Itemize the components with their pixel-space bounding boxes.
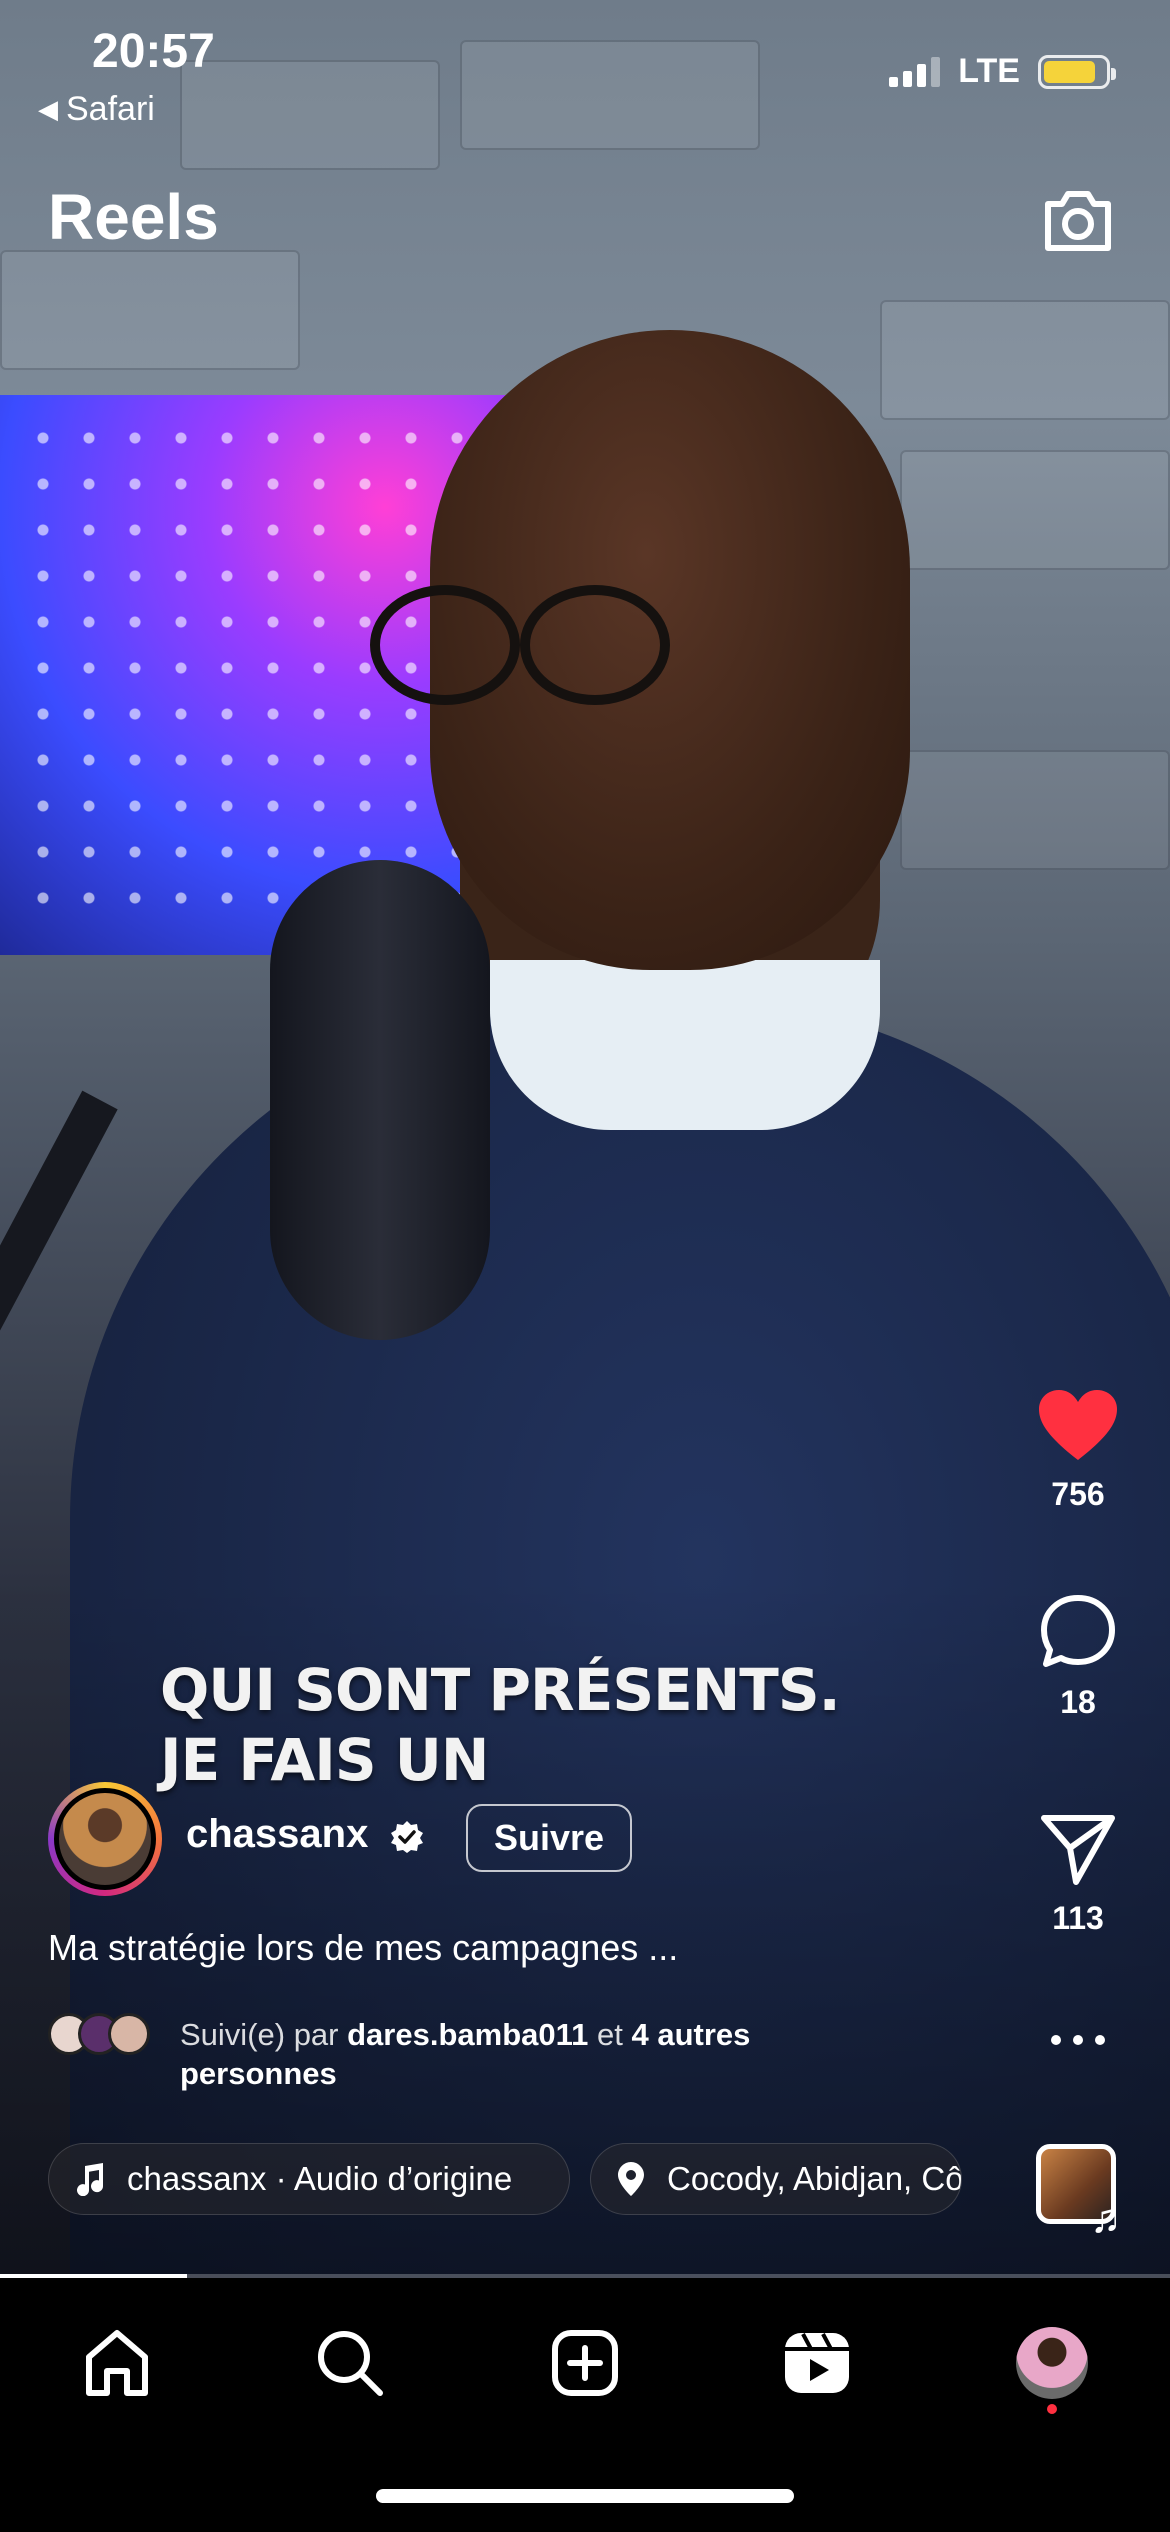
tab-reels[interactable]	[772, 2318, 862, 2408]
back-app-label: Safari	[66, 90, 155, 128]
location-pill[interactable]: Cocody, Abidjan, Côte d'Ivoire	[590, 2143, 962, 2215]
video-subtitle: QUI SONT PRÉSENTS. JE FAIS UN	[160, 1655, 841, 1795]
back-triangle-icon: ◀	[38, 94, 58, 124]
followed-by-prefix: Suivi(e) par	[180, 2017, 339, 2052]
search-icon	[318, 2331, 383, 2396]
share-count: 113	[1052, 1900, 1104, 1936]
battery-level	[1044, 60, 1095, 83]
location-label: Cocody, Abidjan, Côte d'Ivoire	[667, 2160, 962, 2197]
wall-brick	[900, 450, 1170, 570]
subtitle-line: QUI SONT PRÉSENTS.	[160, 1656, 841, 1724]
wall-brick	[880, 300, 1170, 420]
music-note-icon	[75, 2162, 105, 2196]
heart-icon	[1039, 1390, 1117, 1460]
more-options-button[interactable]	[1003, 2030, 1153, 2050]
avatar	[54, 1788, 156, 1890]
camera-icon	[1045, 191, 1111, 251]
wall-brick	[0, 250, 300, 370]
notification-dot	[1047, 2404, 1057, 2414]
like-button[interactable]: 756	[1003, 1388, 1153, 1513]
wall-brick	[460, 40, 760, 150]
audio-label: chassanx · Audio d’origine	[127, 2160, 513, 2197]
followed-by-user: dares.bamba011	[347, 2017, 589, 2052]
status-indicators: LTE	[889, 52, 1116, 91]
audio-pill[interactable]: chassanx · Audio d’origine	[48, 2143, 570, 2215]
status-time: 20:57	[92, 25, 215, 78]
avatar	[108, 2013, 150, 2055]
creator-username[interactable]: chassanx	[186, 1812, 368, 1857]
wall-brick	[900, 750, 1170, 870]
more-horizontal-icon	[1051, 2035, 1105, 2045]
back-to-safari[interactable]: ◀ Safari	[38, 90, 155, 129]
followed-by-text[interactable]: Suivi(e) par dares.bamba011 et 4 autres …	[180, 2015, 900, 2093]
paper-plane-icon	[1041, 1815, 1115, 1885]
reels-icon	[785, 2333, 849, 2393]
tab-profile[interactable]	[1007, 2318, 1097, 2408]
music-note-icon: ♫	[1090, 2194, 1122, 2241]
speaker-collar	[490, 960, 880, 1130]
glasses-lens	[520, 585, 670, 705]
glasses-lens	[370, 585, 520, 705]
followed-by-avatars	[48, 2013, 150, 2055]
network-type: LTE	[958, 52, 1020, 90]
followed-by-others-suffix: personnes	[180, 2056, 337, 2091]
microphone	[270, 860, 490, 1340]
tab-create[interactable]	[540, 2318, 630, 2408]
create-icon	[552, 2330, 618, 2396]
location-pin-icon	[617, 2161, 645, 2197]
page-title: Reels	[48, 181, 219, 253]
follow-button[interactable]: Suivre	[466, 1804, 632, 1872]
home-icon	[86, 2330, 148, 2396]
share-button[interactable]: 113	[1003, 1808, 1153, 1937]
wall-brick	[180, 60, 440, 170]
subtitle-line: JE FAIS UN	[160, 1726, 489, 1794]
camera-button[interactable]	[1038, 178, 1118, 258]
home-indicator	[376, 2489, 794, 2503]
signal-icon	[889, 56, 941, 87]
verified-badge-icon	[391, 1821, 423, 1853]
profile-avatar	[1016, 2327, 1088, 2399]
tab-home[interactable]	[72, 2318, 162, 2408]
followed-by-joiner: et	[597, 2017, 623, 2052]
battery-icon	[1038, 54, 1116, 89]
comment-count: 18	[1060, 1684, 1096, 1720]
followed-by-others: 4 autres	[631, 2017, 751, 2052]
tab-search[interactable]	[305, 2318, 395, 2408]
comment-icon	[1041, 1595, 1115, 1667]
creator-avatar[interactable]	[48, 1782, 162, 1896]
comment-button[interactable]: 18	[1003, 1592, 1153, 1721]
reel-caption[interactable]: Ma stratégie lors de mes campagnes ...	[48, 1927, 678, 1969]
like-count: 756	[1051, 1476, 1105, 1512]
